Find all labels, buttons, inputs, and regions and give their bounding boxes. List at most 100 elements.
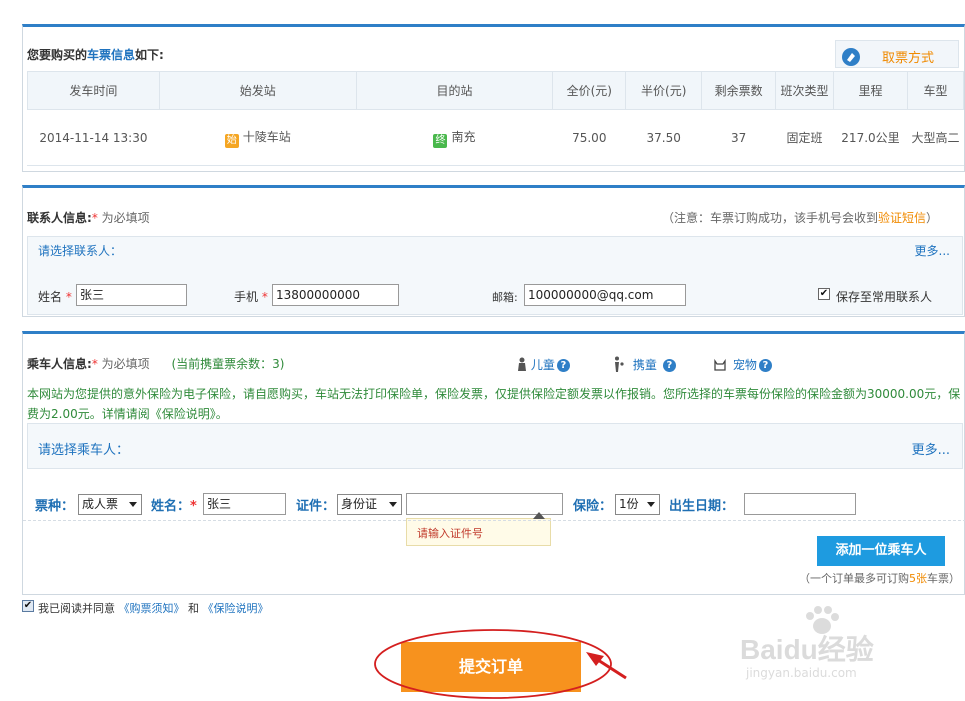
contact-heading-text: 联系人信息:: [27, 211, 92, 225]
agreement-checkbox[interactable]: ✔: [22, 600, 34, 612]
passenger-name-input[interactable]: 张三: [203, 493, 286, 515]
pet-icon: [714, 358, 726, 371]
annotation-arrow-icon: [586, 652, 627, 680]
passenger-name-label-text: 姓名：: [151, 499, 191, 514]
child-option[interactable]: 儿童?: [517, 356, 570, 373]
select-passenger-prompt: 请选择乘车人：: [38, 443, 130, 458]
cell-full-price: 75.00: [552, 109, 627, 166]
insurance-label: 保险：: [573, 499, 613, 514]
contact-more-link[interactable]: 更多...: [915, 242, 950, 259]
carry-child-icon: [615, 356, 624, 372]
cell-vehicle: 大型高二: [906, 109, 965, 166]
contact-email-input[interactable]: 100000000@qq.com: [524, 284, 686, 306]
cell-service-type: 固定班: [775, 109, 835, 166]
cell-half-price: 37.50: [625, 109, 703, 166]
agreement-prefix: 我已阅读并同意: [38, 602, 115, 615]
ticket-heading-prefix: 您要购买的: [27, 48, 88, 62]
id-label: 证件：: [296, 499, 336, 514]
pet-option[interactable]: 宠物?: [713, 356, 772, 373]
name-label: 姓名 *: [38, 288, 72, 305]
passenger-name-required: *: [190, 499, 197, 514]
ticket-type-label: 票种：: [35, 499, 75, 514]
form-divider: [23, 520, 965, 521]
cell-remaining: 37: [701, 109, 777, 166]
col-full-price: 全价(元): [552, 71, 627, 110]
limit-suffix: 车票）: [927, 572, 960, 585]
table-row: 2014-11-14 13:30 始十陵车站 终南充 75.00 37.50 3…: [27, 109, 965, 166]
notice-suffix: ）: [925, 211, 938, 225]
col-vehicle: 车型: [906, 71, 965, 110]
baidu-watermark: Baidu经验 jingyan.baidu.com: [740, 606, 935, 686]
insurance-notice-end: 。: [215, 407, 228, 421]
pet-label: 宠物: [732, 358, 757, 372]
watermark-url: jingyan.baidu.com: [746, 666, 857, 680]
start-station-icon: 始: [224, 133, 239, 148]
pet-help-icon[interactable]: ?: [758, 359, 772, 372]
child-help-icon[interactable]: ?: [556, 359, 570, 372]
chevron-down-icon: [129, 502, 137, 507]
col-remaining: 剩余票数: [701, 71, 777, 110]
insurance-select[interactable]: 1份: [615, 494, 660, 515]
required-mark: *: [91, 211, 98, 225]
contact-name-input[interactable]: 张三: [76, 284, 187, 306]
contact-heading: 联系人信息:* 为必填项: [27, 209, 150, 226]
ticket-notice-link[interactable]: 《购票须知》: [119, 602, 185, 615]
child-ticket-remaining: (当前携童票余数：3): [171, 357, 285, 371]
passenger-panel: 乘车人信息:* 为必填项 (当前携童票余数：3) 儿童? 携童? 宠物? 本网站…: [22, 331, 965, 595]
col-depart-time: 发车时间: [27, 71, 160, 110]
required-text: 为必填项: [101, 211, 150, 225]
pickup-method-button[interactable]: 取票方式: [835, 40, 959, 68]
carry-child-option[interactable]: 携童?: [611, 356, 676, 373]
select-contact-prompt: 请选择联系人：: [38, 244, 123, 258]
birth-date-input[interactable]: [744, 493, 856, 515]
agreement-and: 和: [188, 602, 199, 615]
passenger-select-area: 请选择乘车人： 更多...: [27, 423, 963, 469]
col-service-type: 班次类型: [775, 71, 835, 110]
name-required: *: [65, 290, 72, 304]
insurance-notice: 本网站为您提供的意外保险为电子保险，请自愿购买，车站无法打印保险单，保险发票，仅…: [27, 384, 961, 424]
id-type-value: 身份证: [341, 497, 378, 511]
col-start-station: 始发站: [158, 71, 357, 110]
col-half-price: 半价(元): [625, 71, 703, 110]
limit-value: 5张: [909, 572, 927, 585]
insurance-terms-link[interactable]: 《保险说明》: [203, 602, 269, 615]
cell-distance: 217.0公里: [833, 109, 908, 166]
cell-depart-time: 2014-11-14 13:30: [27, 109, 160, 166]
contact-select-area: 请选择联系人： 更多... 姓名 * 张三 手机 * 13800000000 邮…: [27, 236, 963, 315]
ticket-info-panel: 您要购买的车票信息如下: 取票方式 发车时间 始发站 目的站 全价(元) 半价(…: [22, 24, 965, 172]
watermark-brand: Baidu经验: [740, 634, 874, 665]
contact-phone-input[interactable]: 13800000000: [272, 284, 399, 306]
email-label: 邮箱:: [492, 291, 518, 304]
agreement-text: 我已阅读并同意 《购票须知》 和 《保险说明》: [38, 600, 269, 616]
add-passenger-button[interactable]: 添加一位乘车人: [817, 536, 945, 566]
ticket-heading-highlight: 车票信息: [87, 48, 136, 62]
ticket-type-select[interactable]: 成人票: [78, 494, 142, 515]
limit-prefix: （一个订单最多可订购: [799, 572, 909, 585]
child-label: 儿童: [530, 358, 555, 372]
cell-start-station: 始十陵车站: [158, 109, 357, 166]
chevron-down-icon: [647, 502, 655, 507]
col-distance: 里程: [833, 71, 908, 110]
ticket-type-value: 成人票: [82, 497, 119, 511]
add-passenger-label: 添加一位乘车人: [835, 543, 927, 558]
id-type-select[interactable]: 身份证: [337, 494, 402, 515]
ticket-info-heading: 您要购买的车票信息如下:: [27, 46, 164, 63]
save-contact-checkbox[interactable]: ✔: [818, 288, 830, 300]
passenger-more-link[interactable]: 更多...: [912, 439, 950, 458]
insurance-value: 1份: [619, 497, 639, 511]
contact-notice: （注意：车票订购成功，该手机号会收到验证短信）: [662, 209, 938, 226]
verify-sms-link[interactable]: 验证短信: [878, 211, 926, 225]
contact-panel: 联系人信息:* 为必填项 （注意：车票订购成功，该手机号会收到验证短信） 请选择…: [22, 185, 965, 317]
chevron-down-icon: [389, 502, 397, 507]
order-limit-note: （一个订单最多可订购5张车票）: [799, 570, 960, 586]
carry-child-help-icon[interactable]: ?: [662, 359, 676, 372]
child-icon: [518, 357, 526, 371]
passenger-heading-text: 乘车人信息:: [27, 357, 92, 371]
phone-label: 手机 *: [234, 288, 268, 305]
passenger-name-label: 姓名：*: [151, 495, 197, 514]
insurance-notice-link[interactable]: 《保险说明》: [150, 407, 216, 421]
tooltip-arrow: [533, 512, 545, 519]
ticket-heading-suffix: 如下:: [135, 48, 164, 62]
col-end-station: 目的站: [355, 71, 554, 110]
ticket-table: 发车时间 始发站 目的站 全价(元) 半价(元) 剩余票数 班次类型 里程 车型…: [27, 71, 965, 166]
